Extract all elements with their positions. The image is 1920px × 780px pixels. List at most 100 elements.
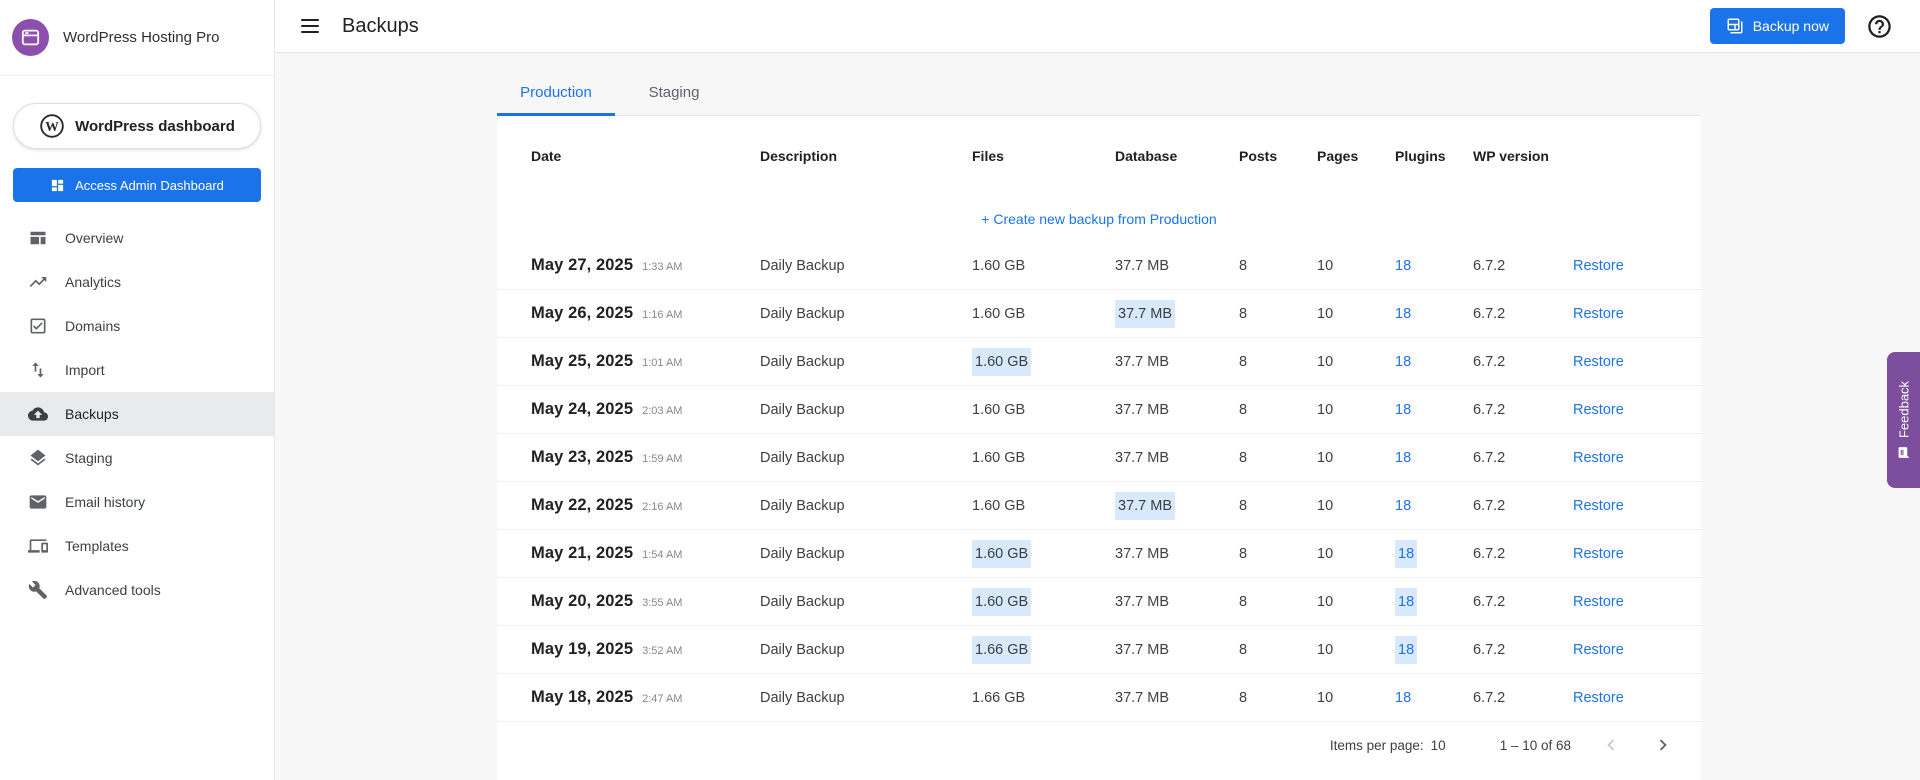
cell-database: 37.7 MB [1115,353,1169,370]
cell-wp_version: 6.7.2 [1473,449,1506,466]
cell-description: Daily Backup [760,353,845,370]
restore-link[interactable]: Restore [1573,690,1624,706]
cell-description: Daily Backup [760,593,845,610]
restore-link[interactable]: Restore [1573,258,1624,274]
cell-date: May 19, 2025 3:52 AM [531,640,683,658]
backups-table-card: Date Description Files Database Posts Pages Pl… [497,116,1701,780]
cell-posts: 8 [1239,545,1248,562]
cell-posts: 8 [1239,401,1248,418]
app-logo-icon [12,19,49,56]
app-title: WordPress Hosting Pro [63,29,220,46]
environment-tabs: Production Staging [497,53,1701,116]
staging-icon [28,448,48,468]
cell-wp_version: 6.7.2 [1473,545,1506,562]
create-backup-link[interactable]: + Create new backup from Production [981,211,1216,227]
wrench-icon [28,580,48,600]
tab-staging[interactable]: Staging [615,72,733,116]
restore-link[interactable]: Restore [1573,402,1624,418]
table-row: May 24, 2025 2:03 AM Daily Backup 1.60 GB 37… [497,386,1701,434]
menu-icon[interactable] [300,18,320,34]
plugins-count-link[interactable]: 18 [1395,587,1418,616]
app-root: WordPress Hosting Pro W WordPress dashbo… [0,0,1920,780]
help-button[interactable] [1866,13,1893,40]
cell-date: May 25, 2025 1:01 AM [531,352,683,370]
table-body: May 27, 2025 1:33 AM Daily Backup 1.60 GB 37… [497,242,1701,722]
items-per-page-value[interactable]: 10 [1431,738,1446,753]
cell-date: May 26, 2025 1:16 AM [531,304,683,322]
cell-files: 1.60 GB [972,401,1026,418]
cell-database: 37.7 MB [1115,491,1239,520]
cell-action: Restore [1573,498,1677,514]
cell-pages: 10 [1317,257,1334,274]
column-header-pages: Pages [1317,148,1359,164]
sidebar-item-email-history[interactable]: Email history [0,480,274,524]
plugins-count-link[interactable]: 18 [1395,306,1411,322]
column-header-date: Date [531,148,562,164]
sidebar-item-label: Domains [65,318,121,334]
next-page-icon[interactable] [1651,733,1675,757]
restore-link[interactable]: Restore [1573,354,1624,370]
sidebar-item-overview[interactable]: Overview [0,216,274,260]
plugins-count-link[interactable]: 18 [1395,539,1418,568]
cell-files: 1.66 GB [972,635,1115,664]
cell-time: 3:52 AM [642,645,683,657]
plugins-count-link[interactable]: 18 [1395,354,1411,370]
sidebar-item-staging[interactable]: Staging [0,436,274,480]
cell-action: Restore [1573,546,1677,562]
cell-time: 1:16 AM [642,309,683,321]
sidebar-item-advanced-tools[interactable]: Advanced tools [0,568,274,612]
access-admin-dashboard-button[interactable]: Access Admin Dashboard [13,168,261,202]
cell-time: 3:55 AM [642,597,683,609]
cell-plugins: 18 [1395,354,1473,370]
restore-link[interactable]: Restore [1573,594,1624,610]
cell-plugins: 18 [1395,587,1473,616]
cell-posts: 8 [1239,305,1248,322]
plugins-count-link[interactable]: 18 [1395,498,1411,514]
pagination-range: 1 – 10 of 68 [1499,737,1571,753]
sidebar-item-domains[interactable]: Domains [0,304,274,348]
cell-wp_version: 6.7.2 [1473,401,1506,418]
help-icon [1868,14,1891,38]
cell-date: May 18, 2025 2:47 AM [531,688,683,706]
restore-link[interactable]: Restore [1573,642,1624,658]
cell-time: 1:01 AM [642,357,683,369]
restore-link[interactable]: Restore [1573,498,1624,514]
feedback-tab[interactable]: Feedback [1887,352,1920,488]
cell-plugins: 18 [1395,450,1473,466]
cell-database: 37.7 MB [1115,545,1169,562]
cell-time: 2:47 AM [642,693,683,705]
restore-link[interactable]: Restore [1573,306,1624,322]
cell-description: Daily Backup [760,689,845,706]
cell-files: 1.60 GB [972,497,1026,514]
cell-posts: 8 [1239,257,1248,274]
sidebar-item-backups[interactable]: Backups [0,392,274,436]
cell-files: 1.60 GB [972,347,1115,376]
dashboard-icon [51,179,64,191]
table-row: May 25, 2025 1:01 AM Daily Backup 1.60 GB 37… [497,338,1701,386]
tab-production[interactable]: Production [497,72,615,116]
restore-link[interactable]: Restore [1573,546,1624,562]
sidebar-item-templates[interactable]: Templates [0,524,274,568]
table-row: May 23, 2025 1:59 AM Daily Backup 1.60 GB 37… [497,434,1701,482]
restore-link[interactable]: Restore [1573,450,1624,466]
cell-pages: 10 [1317,305,1334,322]
sidebar-item-import[interactable]: Import [0,348,274,392]
import-icon [28,360,48,380]
sidebar-item-label: Advanced tools [65,582,161,598]
cell-action: Restore [1573,306,1677,322]
plugins-count-link[interactable]: 18 [1395,635,1418,664]
topbar: Backups Backup now [275,0,1920,53]
plugins-count-link[interactable]: 18 [1395,450,1411,466]
sidebar-item-label: Staging [65,450,113,466]
plugins-count-link[interactable]: 18 [1395,402,1411,418]
wordpress-dashboard-label: WordPress dashboard [75,117,235,135]
column-header-database: Database [1115,148,1178,164]
cell-wp_version: 6.7.2 [1473,353,1506,370]
cell-database: 37.7 MB [1115,299,1239,328]
wordpress-dashboard-button[interactable]: W WordPress dashboard [13,103,261,149]
sidebar-item-analytics[interactable]: Analytics [0,260,274,304]
backup-now-button[interactable]: Backup now [1709,8,1845,44]
cell-description: Daily Backup [760,545,845,562]
plugins-count-link[interactable]: 18 [1395,690,1411,706]
plugins-count-link[interactable]: 18 [1395,258,1411,274]
